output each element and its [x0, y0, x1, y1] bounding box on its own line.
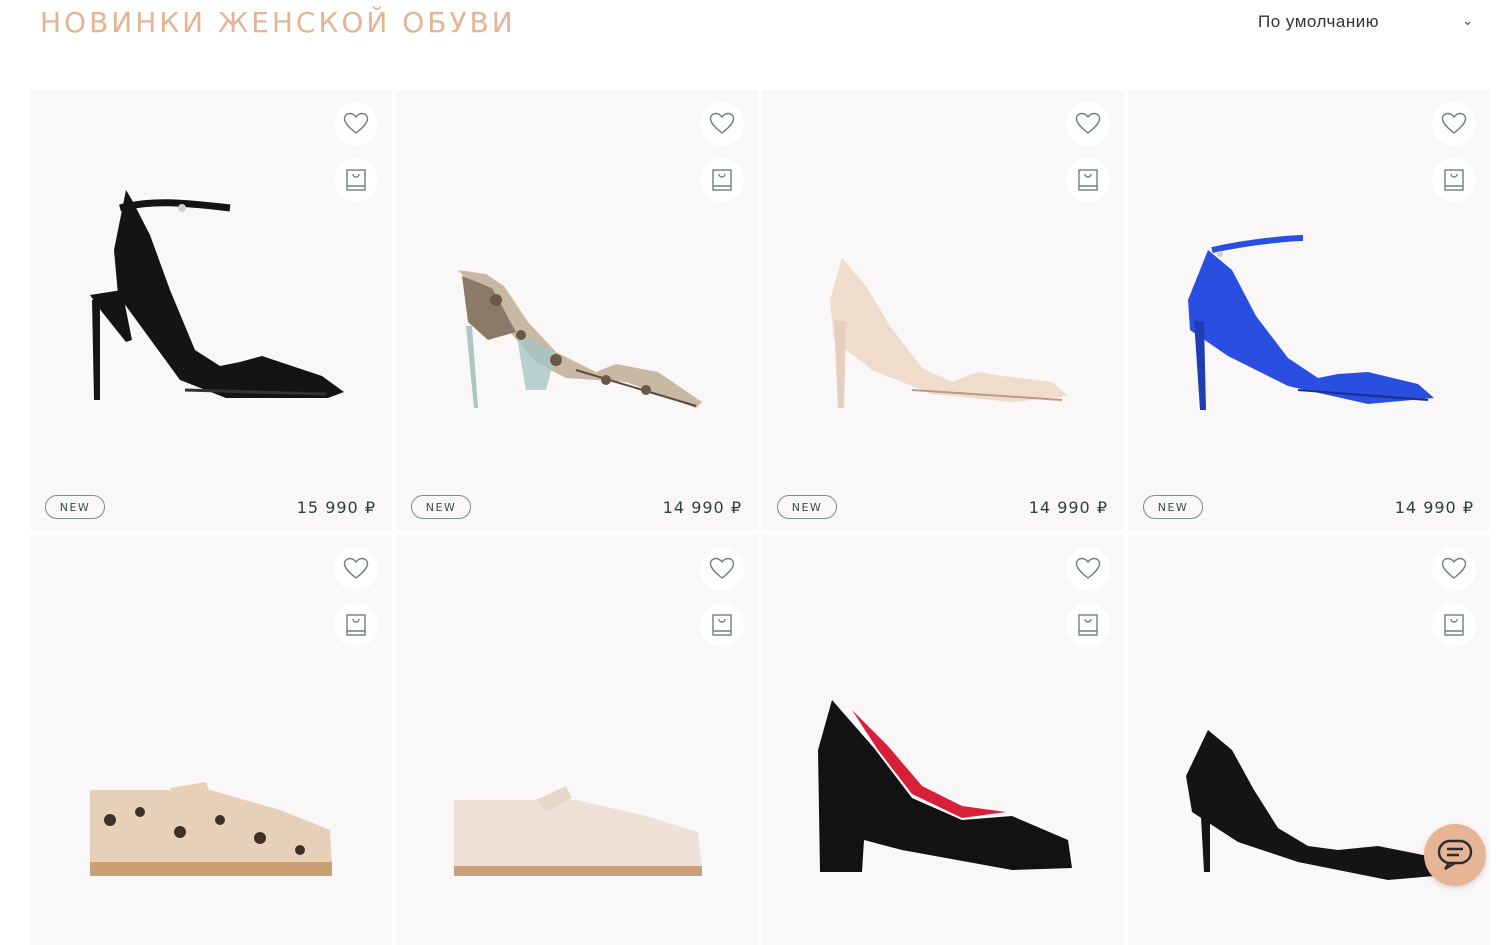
product-image[interactable]	[762, 90, 1124, 530]
heart-icon	[709, 557, 735, 579]
product-image[interactable]	[396, 90, 758, 530]
bag-icon	[346, 614, 366, 636]
add-to-cart-button[interactable]	[334, 603, 378, 647]
bag-icon	[1444, 169, 1464, 191]
heart-icon	[1075, 557, 1101, 579]
product-image[interactable]	[396, 535, 758, 945]
favorite-button[interactable]	[1066, 547, 1110, 591]
product-card[interactable]: NEW 14 990 ₽	[1128, 90, 1490, 530]
product-image[interactable]	[762, 535, 1124, 945]
product-card[interactable]	[762, 535, 1124, 945]
product-card[interactable]: NEW 15 990 ₽	[30, 90, 392, 530]
new-badge: NEW	[411, 495, 471, 519]
sort-label: По умолчанию	[1258, 12, 1379, 31]
product-card[interactable]: NEW 14 990 ₽	[396, 90, 758, 530]
add-to-cart-button[interactable]	[334, 158, 378, 202]
product-image[interactable]	[30, 535, 392, 945]
sort-dropdown[interactable]: По умолчанию ⌄	[1258, 12, 1478, 36]
favorite-button[interactable]	[334, 547, 378, 591]
product-card[interactable]	[30, 535, 392, 945]
new-badge: NEW	[777, 495, 837, 519]
chevron-down-icon: ⌄	[1461, 12, 1474, 28]
heart-icon	[709, 112, 735, 134]
heart-icon	[1441, 557, 1467, 579]
bag-icon	[346, 169, 366, 191]
add-to-cart-button[interactable]	[1066, 603, 1110, 647]
add-to-cart-button[interactable]	[700, 603, 744, 647]
product-price: 15 990 ₽	[296, 498, 376, 517]
add-to-cart-button[interactable]	[700, 158, 744, 202]
favorite-button[interactable]	[1066, 102, 1110, 146]
bag-icon	[1078, 169, 1098, 191]
favorite-button[interactable]	[700, 547, 744, 591]
favorite-button[interactable]	[700, 102, 744, 146]
product-price: 14 990 ₽	[1028, 498, 1108, 517]
product-grid: NEW 15 990 ₽ NEW 14 990 ₽ NEW 14 990 ₽ N…	[30, 90, 1490, 945]
add-to-cart-button[interactable]	[1066, 158, 1110, 202]
add-to-cart-button[interactable]	[1432, 603, 1476, 647]
heart-icon	[1075, 112, 1101, 134]
page-title: НОВИНКИ ЖЕНСКОЙ ОБУВИ	[40, 6, 516, 39]
heart-icon	[343, 112, 369, 134]
bag-icon	[712, 614, 732, 636]
bag-icon	[1078, 614, 1098, 636]
product-card[interactable]	[1128, 535, 1490, 945]
favorite-button[interactable]	[334, 102, 378, 146]
product-image[interactable]	[1128, 535, 1490, 945]
new-badge: NEW	[1143, 495, 1203, 519]
favorite-button[interactable]	[1432, 547, 1476, 591]
product-card[interactable]: NEW 14 990 ₽	[762, 90, 1124, 530]
add-to-cart-button[interactable]	[1432, 158, 1476, 202]
bag-icon	[1444, 614, 1464, 636]
chat-icon	[1437, 839, 1473, 871]
favorite-button[interactable]	[1432, 102, 1476, 146]
heart-icon	[343, 557, 369, 579]
new-badge: NEW	[45, 495, 105, 519]
heart-icon	[1441, 112, 1467, 134]
product-image[interactable]	[1128, 90, 1490, 530]
bag-icon	[712, 169, 732, 191]
product-price: 14 990 ₽	[662, 498, 742, 517]
chat-button[interactable]	[1424, 824, 1486, 886]
product-image[interactable]	[30, 90, 392, 530]
product-price: 14 990 ₽	[1394, 498, 1474, 517]
product-card[interactable]	[396, 535, 758, 945]
